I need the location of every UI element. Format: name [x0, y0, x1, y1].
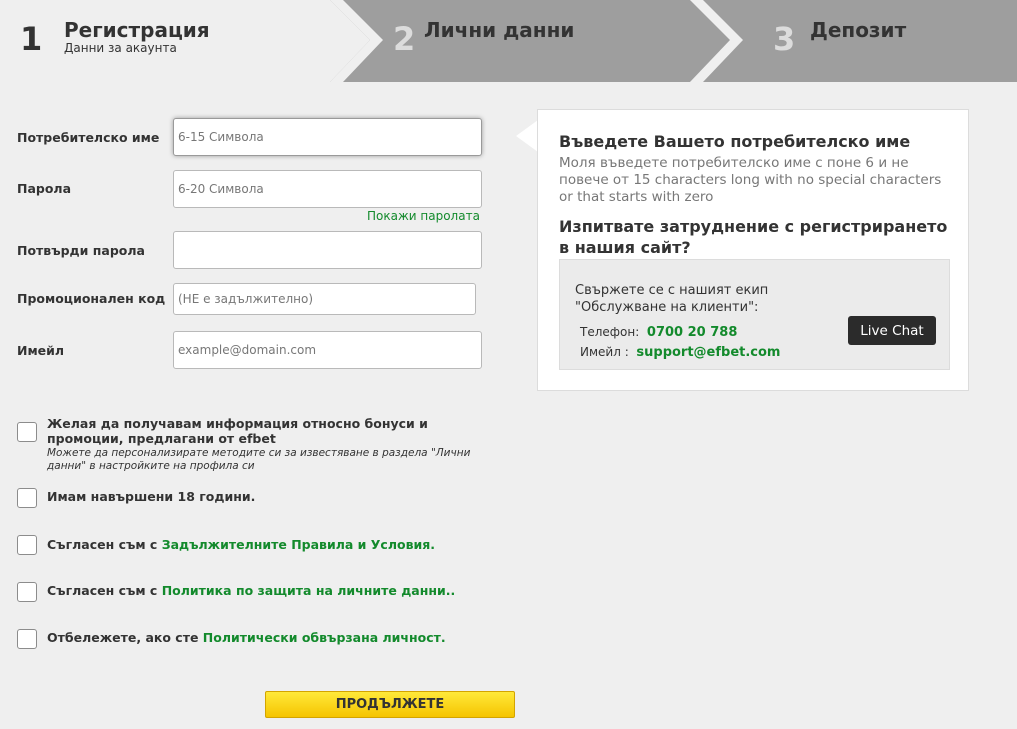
username-label: Потребителско име: [17, 130, 160, 145]
step-2-title: Лични данни: [424, 18, 575, 42]
help-question: Изпитвате затруднение с регистрирането в…: [559, 217, 948, 257]
bonus-info-checkbox[interactable]: [17, 422, 37, 442]
bonus-info-text: Желая да получавам информация относно бо…: [47, 416, 428, 446]
contact-email-label: Имейл :: [580, 345, 629, 359]
terms-text: Съгласен съм с Задължителните Правила и …: [47, 537, 435, 552]
privacy-prefix: Съгласен съм с: [47, 583, 162, 598]
info-panel-pointer: [516, 120, 538, 152]
contact-text: Свържете се с нашият екип "Обслужване на…: [575, 283, 769, 315]
step-3-title: Депозит: [810, 18, 907, 42]
contact-email-row: Имейл : support@efbet.com: [580, 345, 780, 360]
step-2-number: 2: [393, 20, 416, 58]
pep-prefix: Отбележете, ако сте: [47, 630, 203, 645]
age-text: Имам навършени 18 години.: [47, 489, 256, 504]
info-text: Моля въведете потребителско име с поне 6…: [559, 155, 942, 205]
username-input[interactable]: [173, 118, 482, 156]
info-title: Въведете Вашето потребителско име: [559, 132, 911, 151]
contact-phone-row: Телефон: 0700 20 788: [580, 325, 737, 340]
phone-label: Телефон:: [580, 325, 640, 339]
bonus-info-note: Можете да персонализирате методите си за…: [47, 447, 471, 472]
contact-email-value[interactable]: support@efbet.com: [636, 345, 780, 360]
email-label: Имейл: [17, 343, 65, 358]
phone-value[interactable]: 0700 20 788: [647, 325, 737, 340]
confirm-password-label: Потвърди парола: [17, 243, 145, 258]
terms-link[interactable]: Задължителните Правила и Условия.: [162, 537, 435, 552]
contact-box: Свържете се с нашият екип "Обслужване на…: [559, 259, 950, 370]
live-chat-button[interactable]: Live Chat: [848, 316, 936, 345]
registration-steps: 1 Регистрация Данни за акаунта 2 Лични д…: [0, 0, 1017, 92]
password-label: Парола: [17, 181, 72, 196]
step-1-title: Регистрация: [64, 18, 210, 42]
pep-link[interactable]: Политически обвързана личност.: [203, 630, 446, 645]
email-input[interactable]: [173, 331, 482, 369]
privacy-link[interactable]: Политика по защита на личните данни..: [162, 583, 456, 598]
step-1-subtitle: Данни за акаунта: [64, 41, 177, 55]
privacy-text: Съгласен съм с Политика по защита на лич…: [47, 583, 455, 598]
confirm-password-input[interactable]: [173, 231, 482, 269]
privacy-checkbox[interactable]: [17, 582, 37, 602]
step-1-number: 1: [20, 20, 43, 58]
terms-checkbox[interactable]: [17, 535, 37, 555]
info-panel: Въведете Вашето потребителско име Моля в…: [537, 109, 969, 391]
terms-prefix: Съгласен съм с: [47, 537, 162, 552]
show-password-link[interactable]: Покажи паролата: [367, 209, 480, 223]
password-input[interactable]: [173, 170, 482, 208]
step-3-number: 3: [773, 20, 796, 58]
age-checkbox[interactable]: [17, 488, 37, 508]
pep-checkbox[interactable]: [17, 629, 37, 649]
pep-text: Отбележете, ако сте Политически обвързан…: [47, 630, 446, 645]
continue-button[interactable]: ПРОДЪЛЖЕТЕ: [265, 691, 515, 718]
promo-code-label: Промоционален код: [17, 291, 166, 306]
promo-code-input[interactable]: [173, 283, 476, 315]
